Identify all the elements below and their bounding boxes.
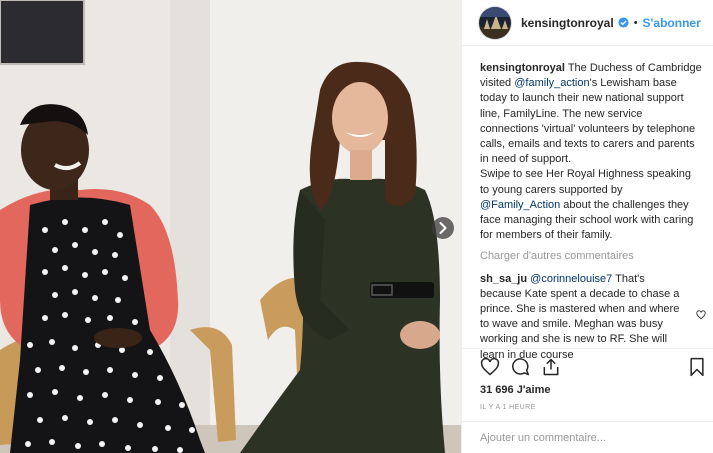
avatar[interactable] — [478, 5, 512, 40]
load-more-comments-button[interactable]: Charger d'autres commentaires — [480, 249, 702, 264]
caption-username[interactable]: kensingtonroyal — [480, 62, 565, 74]
caption-mention[interactable]: @family_action — [514, 77, 589, 89]
caption-mention[interactable]: @Family_Action — [480, 199, 560, 211]
comment-icon[interactable] — [510, 357, 530, 382]
post-actions-bar — [462, 348, 713, 378]
follow-button[interactable]: S'abonner — [643, 16, 701, 30]
avatar-image — [479, 6, 511, 39]
share-icon[interactable] — [541, 357, 561, 382]
post-caption: kensingtonroyal The Duchess of Cambridge… — [480, 61, 702, 243]
comment-like-heart-icon[interactable] — [696, 310, 706, 325]
header-username[interactable]: kensingtonroyal — [521, 16, 614, 30]
chevron-right-icon — [439, 222, 447, 234]
likes-count[interactable]: 31 696 J'aime — [480, 384, 551, 396]
caption-text: Swipe to see Her Royal Highness speaking… — [480, 168, 691, 196]
photo-image — [0, 0, 461, 453]
caption-text: 's Lewisham base today to launch their n… — [480, 77, 696, 166]
heart-icon[interactable] — [480, 357, 500, 382]
post-timestamp: IL Y A 1 HEURE — [480, 404, 536, 411]
next-photo-button[interactable] — [432, 217, 454, 239]
bookmark-icon[interactable] — [688, 357, 706, 382]
post-side-panel: kensingtonroyal • S'abonner kensingtonro… — [461, 0, 713, 453]
post-header: kensingtonroyal • S'abonner — [462, 0, 713, 46]
header-separator: • — [633, 16, 638, 29]
comments-section: kensingtonroyal The Duchess of Cambridge… — [480, 61, 706, 363]
comment-mention[interactable]: @corinnelouise7 — [530, 273, 612, 285]
comment-username[interactable]: sh_sa_ju — [480, 273, 527, 285]
verified-badge-icon — [618, 17, 629, 28]
post-photo[interactable] — [0, 0, 461, 453]
add-comment-input[interactable]: Ajouter un commentaire... — [462, 421, 713, 453]
